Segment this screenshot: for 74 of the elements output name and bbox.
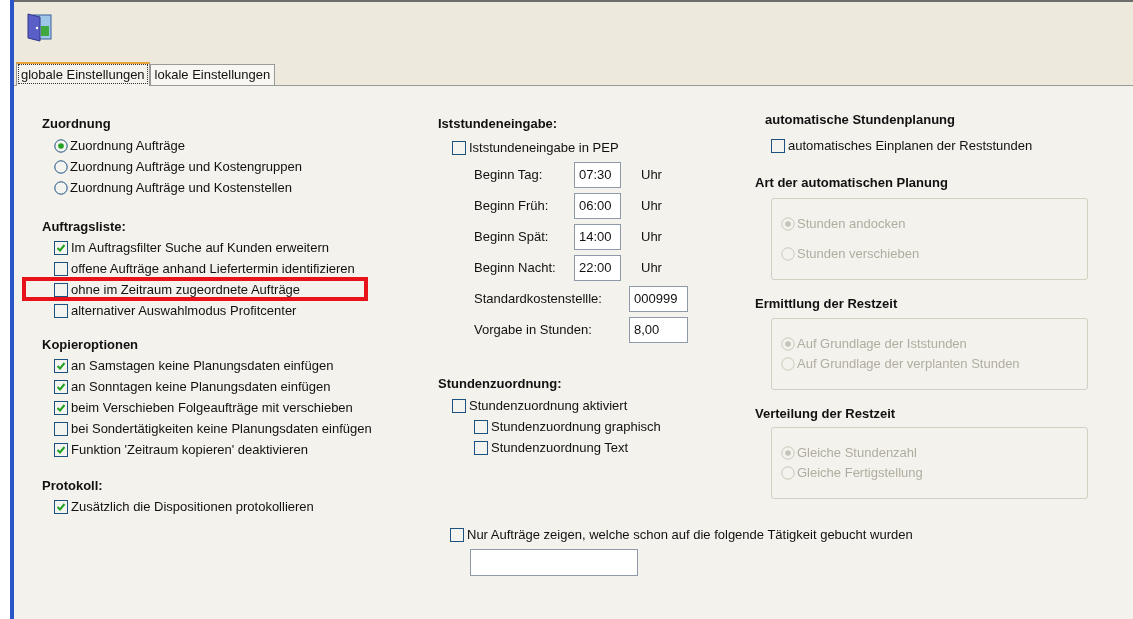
section-heading: Stundenzuordnung: [438,374,563,393]
checkbox[interactable] [474,440,488,455]
radio-button[interactable] [54,160,68,174]
radio-label: Auf Grundlage der Iststunden [797,334,967,353]
checkbox[interactable] [54,303,68,318]
section-heading: Protokoll: [42,476,104,495]
checkbox[interactable] [450,527,464,542]
radio-label: Gleiche Fertigstellung [797,464,923,483]
checkbox[interactable] [54,282,68,297]
checkbox[interactable] [54,261,68,276]
radio-label: Zuordnung Aufträge und Kostenstellen [70,179,292,198]
input-field[interactable]: 06:00 [574,192,621,219]
checkbox-label: bei Sondertätigkeiten keine Planungsdaten einfügen [71,420,372,439]
input-field[interactable]: 22:00 [574,254,621,281]
checkbox[interactable] [771,139,785,153]
radio-button[interactable] [54,181,68,195]
checkbox-label: beim Verschieben Folgeaufträge mit verschieben [71,399,353,418]
checkbox-label: offene Aufträge anhand Liefertermin identifizieren [71,259,355,278]
checkbox-label: Stundenzuordnung Text [491,438,629,457]
checkbox[interactable] [54,359,68,373]
section-heading: Auftragsliste: [42,217,127,236]
checkbox[interactable] [54,380,68,394]
checkbox[interactable] [54,443,68,457]
unit-label: Uhr [641,258,662,277]
checkbox-label: Iststundeneingabe in PEP [469,139,619,158]
checkbox[interactable] [54,499,68,514]
checkbox-label: Zusätzlich die Dispositionen protokollieren [71,497,314,516]
radio-label: Zuordnung Aufträge und Kostengruppen [70,158,302,177]
input-field[interactable]: 14:00 [574,223,621,250]
input-field[interactable] [470,549,638,576]
checkbox-label: Funktion 'Zeitraum kopieren' deaktivieren [71,441,308,460]
field-label: Vorgabe in Stunden: [474,320,593,339]
door-icon[interactable] [27,11,53,42]
unit-label: Uhr [641,196,662,215]
checkbox-label: Stundenzuordnung graphisch [491,417,661,436]
field-label: Beginn Früh: [474,196,550,215]
checkbox[interactable] [452,141,466,155]
checkbox-label: alternativer Auswahlmodus Profitcenter [71,301,297,320]
checkbox[interactable] [474,419,488,434]
checkbox-label: Stundenzuordnung aktiviert [469,396,628,415]
radio-label: Zuordnung Aufträge [70,137,185,156]
checkbox-label: automatisches Einplanen der Reststunden [788,137,1033,156]
checkbox-label: ohne im Zeitraum zugeordnete Aufträge [71,280,301,299]
checkbox[interactable] [54,422,68,436]
tab[interactable]: globale Einstellungen [16,62,150,86]
field-label: Beginn Spät: [474,227,550,246]
field-label: Standardkostenstellle: [474,289,603,308]
checkbox-label: an Samstagen keine Planungsdaten einfügen [71,357,334,376]
section-heading: Verteilung der Restzeit [755,404,897,423]
field-label: Beginn Tag: [474,165,544,184]
checkbox[interactable] [54,401,68,415]
checkbox-label: Im Auftragsfilter Suche auf Kunden erweitern [71,238,329,257]
radio-label: Auf Grundlage der verplanten Stunden [797,354,1020,373]
section-heading: automatische Stundenplanung [764,111,956,129]
section-heading: Ermittlung der Restzeit [755,295,899,313]
checkbox[interactable] [54,240,68,255]
input-field[interactable]: 07:30 [574,161,621,188]
checkbox-label: Nur Aufträge zeigen, welche schon auf die folgende Tätigkeit gebucht wurden [467,525,913,544]
section-heading: Zuordnung [42,115,112,133]
field-label: Beginn Nacht: [474,258,557,277]
unit-label: Uhr [641,227,662,246]
radio-label: Stunden verschieben [797,245,920,264]
unit-label: Uhr [641,165,662,184]
section-heading: Art der automatischen Planung [755,173,949,192]
checkbox-label: an Sonntagen keine Planungsdaten einfügen [71,378,331,397]
section-heading: Iststundeneingabe: [438,115,559,133]
tab[interactable]: lokale Einstellungen [149,64,276,85]
checkbox[interactable] [452,398,466,413]
section-heading: Kopieroptionen [42,336,140,354]
radio-label: Gleiche Stundenzahl [797,444,917,463]
radio-label: Stunden andocken [797,215,906,234]
input-field[interactable]: 8,00 [629,316,688,343]
input-field[interactable]: 000999 [629,285,688,312]
radio-button[interactable] [54,139,68,153]
